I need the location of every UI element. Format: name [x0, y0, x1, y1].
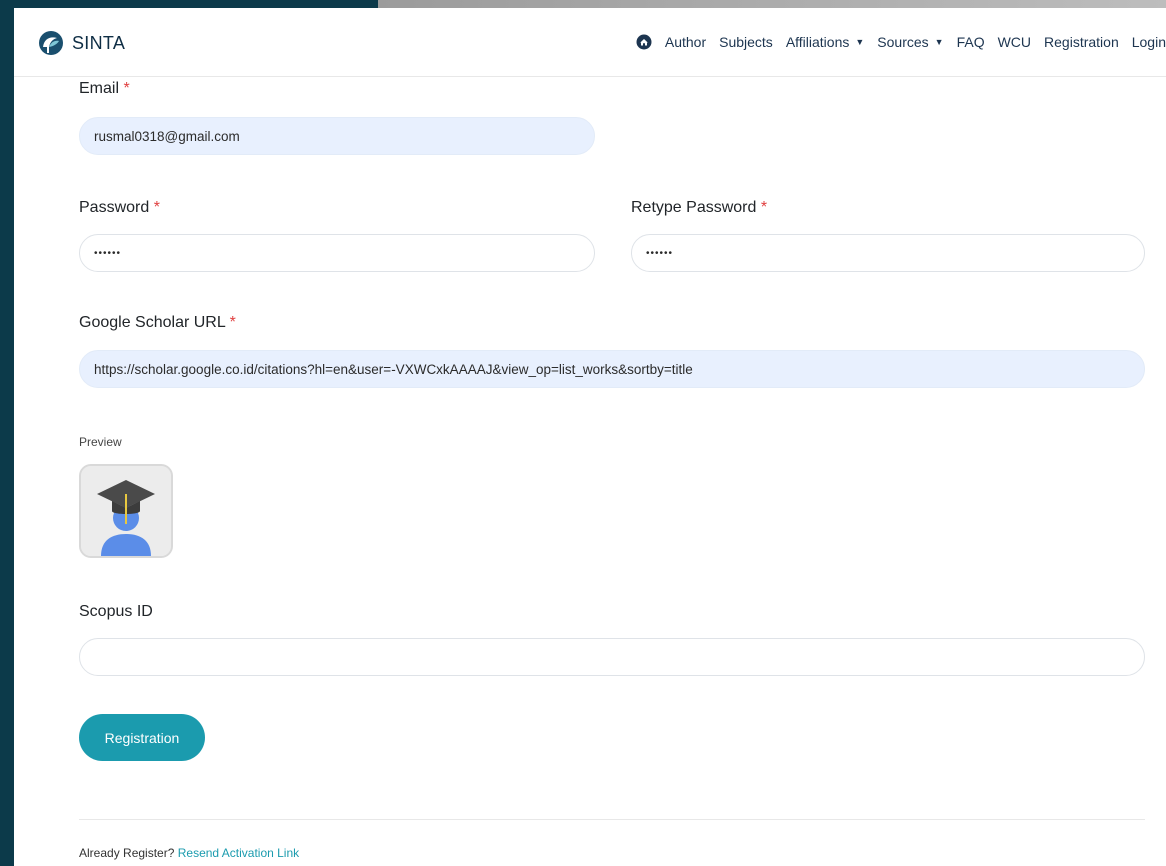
caret-down-icon: ▼	[934, 37, 944, 47]
footer-divider	[79, 819, 1145, 820]
retype-password-field[interactable]: ••••••	[631, 234, 1145, 272]
nav-affiliations-dropdown[interactable]: Affiliations ▼	[786, 34, 864, 50]
nav-subjects[interactable]: Subjects	[719, 34, 773, 50]
required-asterisk: *	[760, 199, 768, 216]
registration-submit-button[interactable]: Registration	[79, 714, 205, 761]
profile-preview	[79, 464, 173, 558]
retype-password-label: Retype Password *	[631, 199, 768, 216]
nav-login[interactable]: Login	[1132, 34, 1166, 50]
graduate-avatar-icon	[81, 466, 171, 556]
email-label: Email *	[79, 80, 130, 97]
caret-down-icon: ▼	[855, 37, 865, 47]
nav-author[interactable]: Author	[665, 34, 706, 50]
footer-note: Already Register? Resend Activation Link	[79, 846, 300, 860]
main-nav: Author Subjects Affiliations ▼ Sources ▼ F…	[636, 30, 1166, 54]
google-scholar-url-label: Google Scholar URL *	[79, 314, 236, 331]
email-field[interactable]: rusmal0318@gmail.com	[79, 117, 595, 155]
scopus-id-label: Scopus ID	[79, 603, 153, 620]
window-top-strip	[0, 0, 1166, 8]
required-asterisk: *	[153, 199, 160, 216]
resend-activation-link[interactable]: Resend Activation Link	[178, 846, 299, 860]
password-field[interactable]: ••••••	[79, 234, 595, 272]
navbar: SINTA Author Subjects Affiliations ▼ Sour…	[14, 8, 1166, 77]
home-icon[interactable]	[636, 34, 652, 50]
brand-name: SINTA	[72, 32, 126, 53]
google-scholar-url-field[interactable]: https://scholar.google.co.id/citations?h…	[79, 350, 1145, 388]
required-asterisk: *	[123, 80, 130, 97]
sinta-logo-icon	[39, 31, 63, 55]
brand[interactable]: SINTA	[38, 29, 125, 57]
required-asterisk: *	[229, 314, 236, 331]
password-label: Password *	[79, 199, 160, 216]
nav-registration[interactable]: Registration	[1044, 34, 1119, 50]
nav-sources-dropdown[interactable]: Sources ▼	[877, 34, 943, 50]
scopus-id-field[interactable]	[79, 638, 1145, 676]
nav-wcu[interactable]: WCU	[998, 34, 1031, 50]
preview-label: Preview	[79, 435, 122, 449]
nav-faq[interactable]: FAQ	[957, 34, 985, 50]
registration-page: SINTA Author Subjects Affiliations ▼ Sour…	[14, 8, 1166, 866]
